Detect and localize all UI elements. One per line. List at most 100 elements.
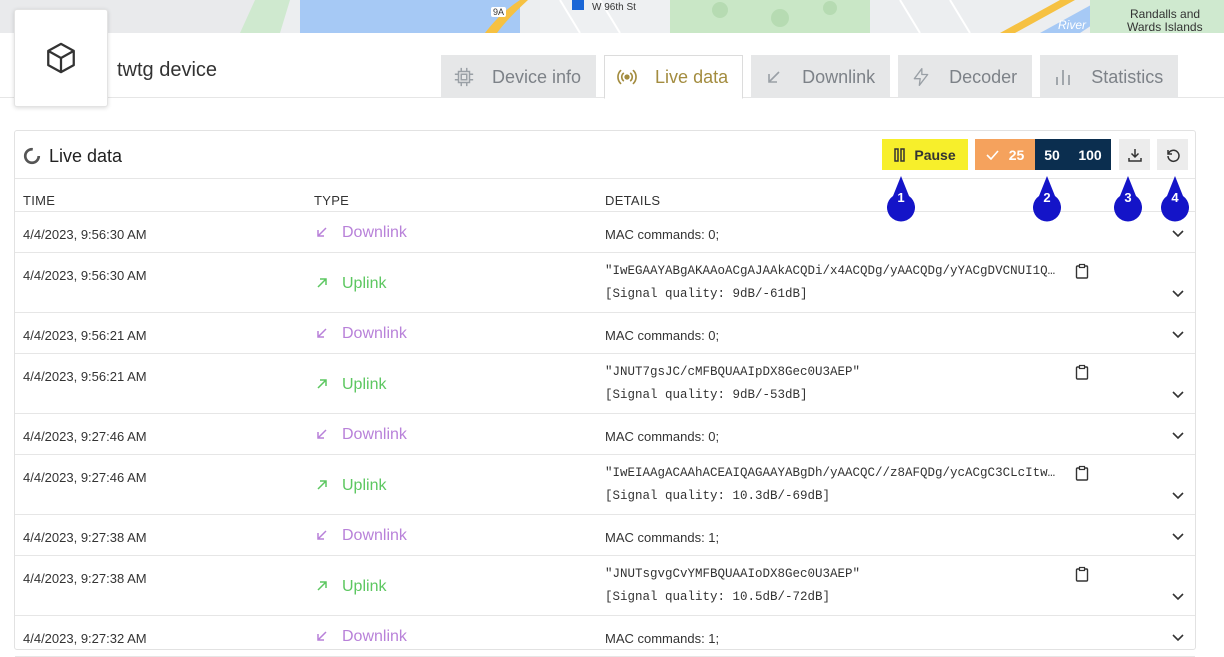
row-type-label: Downlink bbox=[342, 527, 407, 544]
arrow-down-left-icon bbox=[316, 529, 330, 543]
arrow-down-left-icon bbox=[762, 65, 786, 89]
table-row[interactable]: 4/4/2023, 9:56:30 AM Downlink MAC comman… bbox=[15, 212, 1195, 253]
table-row[interactable]: 4/4/2023, 9:56:30 AM Uplink "IwEGAAYABgA… bbox=[15, 253, 1195, 313]
row-details: MAC commands: 0; bbox=[605, 227, 720, 242]
row-type: Downlink bbox=[316, 224, 407, 242]
row-payload: "JNUT7gsJC/cMFBQUAAIpDX8Gec0U3AEP" bbox=[605, 365, 861, 379]
row-details: MAC commands: 0; bbox=[605, 328, 720, 343]
row-signal-quality: [Signal quality: 10.3dB/-69dB] bbox=[605, 489, 831, 503]
map-label-street: W 96th St bbox=[592, 2, 636, 13]
row-payload: "JNUTsgvgCvYMFBQUAAIoDX8Gec0U3AEP" bbox=[605, 567, 861, 581]
chevron-down-icon[interactable] bbox=[1171, 390, 1185, 400]
lightning-icon bbox=[909, 65, 933, 89]
row-type-label: Uplink bbox=[342, 477, 387, 494]
tab-label: Device info bbox=[492, 66, 582, 87]
broadcast-icon bbox=[615, 65, 639, 89]
loading-spinner-icon bbox=[23, 147, 41, 165]
row-type-label: Downlink bbox=[342, 628, 407, 645]
row-type: Uplink bbox=[316, 376, 386, 394]
column-type: TYPE bbox=[314, 193, 350, 208]
row-type-label: Uplink bbox=[342, 376, 387, 393]
row-type: Uplink bbox=[316, 275, 386, 293]
tab-device-info[interactable]: Device info bbox=[441, 55, 597, 98]
row-type: Downlink bbox=[316, 628, 407, 646]
table-row[interactable]: 4/4/2023, 9:27:38 AM Downlink MAC comman… bbox=[15, 515, 1195, 556]
annotation-marker-1: 1 bbox=[887, 176, 915, 222]
annotation-marker-3: 3 bbox=[1114, 176, 1142, 222]
page-size-100-button[interactable]: 100 bbox=[1069, 139, 1111, 170]
row-type: Uplink bbox=[316, 578, 386, 596]
chip-icon bbox=[452, 65, 476, 89]
clipboard-icon[interactable] bbox=[1075, 566, 1089, 582]
column-details: DETAILS bbox=[605, 193, 661, 208]
row-details: MAC commands: 1; bbox=[605, 530, 720, 545]
map-label-river: River bbox=[1058, 18, 1087, 32]
row-payload: "IwEIAAgACAAhACEAIQAGAAYABgDh/yAACQC//z8… bbox=[605, 466, 1056, 480]
chevron-down-icon[interactable] bbox=[1171, 532, 1185, 542]
column-time: TIME bbox=[23, 193, 56, 208]
arrow-up-right-icon bbox=[316, 277, 330, 291]
live-data-toolbar: Live data Pause 25 50 100 bbox=[15, 131, 1195, 179]
arrow-down-left-icon bbox=[316, 428, 330, 442]
pause-button[interactable]: Pause bbox=[882, 139, 968, 170]
page-size-label: 25 bbox=[1008, 146, 1025, 163]
arrow-up-right-icon bbox=[316, 580, 330, 594]
table-row[interactable]: 4/4/2023, 9:56:21 AM Downlink MAC comman… bbox=[15, 313, 1195, 354]
tab-decoder[interactable]: Decoder bbox=[898, 55, 1033, 98]
marker-number: 1 bbox=[897, 190, 905, 205]
row-signal-quality: [Signal quality: 9dB/-61dB] bbox=[605, 287, 808, 301]
map-label-route: 9A bbox=[491, 7, 507, 17]
table-header: TIME TYPE DETAILS bbox=[15, 179, 1195, 212]
row-type-label: Downlink bbox=[342, 325, 407, 342]
row-type-label: Downlink bbox=[342, 224, 407, 241]
chevron-down-icon[interactable] bbox=[1171, 330, 1185, 340]
row-time: 4/4/2023, 9:27:32 AM bbox=[23, 631, 147, 646]
tab-label: Decoder bbox=[949, 66, 1018, 87]
table-row[interactable]: 4/4/2023, 9:27:38 AM Uplink "JNUTsgvgCvY… bbox=[15, 556, 1195, 616]
page-size-25-button[interactable]: 25 bbox=[975, 139, 1035, 170]
table-row[interactable]: 4/4/2023, 9:27:32 AM Downlink MAC comman… bbox=[15, 616, 1195, 657]
row-type-label: Uplink bbox=[342, 578, 387, 595]
row-time: 4/4/2023, 9:27:46 AM bbox=[23, 429, 147, 444]
row-time: 4/4/2023, 9:56:30 AM bbox=[23, 227, 147, 242]
page-size-selector: 25 50 100 bbox=[975, 139, 1111, 170]
map-background: W 96th St Randalls and Wards Islands Riv… bbox=[0, 0, 1224, 33]
chevron-down-icon[interactable] bbox=[1171, 431, 1185, 441]
bar-chart-icon bbox=[1051, 65, 1075, 89]
tab-statistics[interactable]: Statistics bbox=[1040, 55, 1179, 98]
chevron-down-icon[interactable] bbox=[1171, 491, 1185, 501]
table-row[interactable]: 4/4/2023, 9:27:46 AM Uplink "IwEIAAgACAA… bbox=[15, 455, 1195, 515]
cube-icon bbox=[47, 42, 75, 74]
pause-label: Pause bbox=[914, 146, 956, 163]
refresh-button[interactable] bbox=[1157, 139, 1188, 170]
clipboard-icon[interactable] bbox=[1075, 263, 1089, 279]
tab-live-data[interactable]: Live data bbox=[604, 55, 744, 99]
row-type: Downlink bbox=[316, 527, 407, 545]
marker-number: 2 bbox=[1043, 190, 1051, 205]
chevron-down-icon[interactable] bbox=[1171, 633, 1185, 643]
chevron-down-icon[interactable] bbox=[1171, 592, 1185, 602]
row-time: 4/4/2023, 9:56:30 AM bbox=[23, 268, 147, 283]
page-size-50-button[interactable]: 50 bbox=[1035, 139, 1069, 170]
clipboard-icon[interactable] bbox=[1075, 465, 1089, 481]
chevron-down-icon[interactable] bbox=[1171, 289, 1185, 299]
arrow-down-left-icon bbox=[316, 226, 330, 240]
clipboard-icon[interactable] bbox=[1075, 364, 1089, 380]
table-row[interactable]: 4/4/2023, 9:27:46 AM Downlink MAC comman… bbox=[15, 414, 1195, 455]
table-row[interactable]: 4/4/2023, 9:56:21 AM Uplink "JNUT7gsJC/c… bbox=[15, 354, 1195, 414]
row-signal-quality: [Signal quality: 9dB/-53dB] bbox=[605, 388, 808, 402]
row-time: 4/4/2023, 9:27:38 AM bbox=[23, 571, 147, 586]
row-type: Downlink bbox=[316, 325, 407, 343]
arrow-down-left-icon bbox=[316, 630, 330, 644]
download-button[interactable] bbox=[1119, 139, 1150, 170]
tab-label: Live data bbox=[655, 66, 729, 87]
tab-downlink[interactable]: Downlink bbox=[751, 55, 891, 98]
live-data-card: Live data Pause 25 50 100 TIME TYPE DETA… bbox=[14, 130, 1196, 657]
row-signal-quality: [Signal quality: 10.5dB/-72dB] bbox=[605, 590, 831, 604]
tab-label: Statistics bbox=[1091, 66, 1164, 87]
chevron-down-icon[interactable] bbox=[1171, 229, 1185, 239]
map-label-islands-1: Randalls and bbox=[1130, 7, 1201, 21]
live-data-title: Live data bbox=[49, 146, 123, 166]
row-type: Uplink bbox=[316, 477, 386, 495]
map-label-islands-2: Wards Islands bbox=[1127, 20, 1203, 33]
